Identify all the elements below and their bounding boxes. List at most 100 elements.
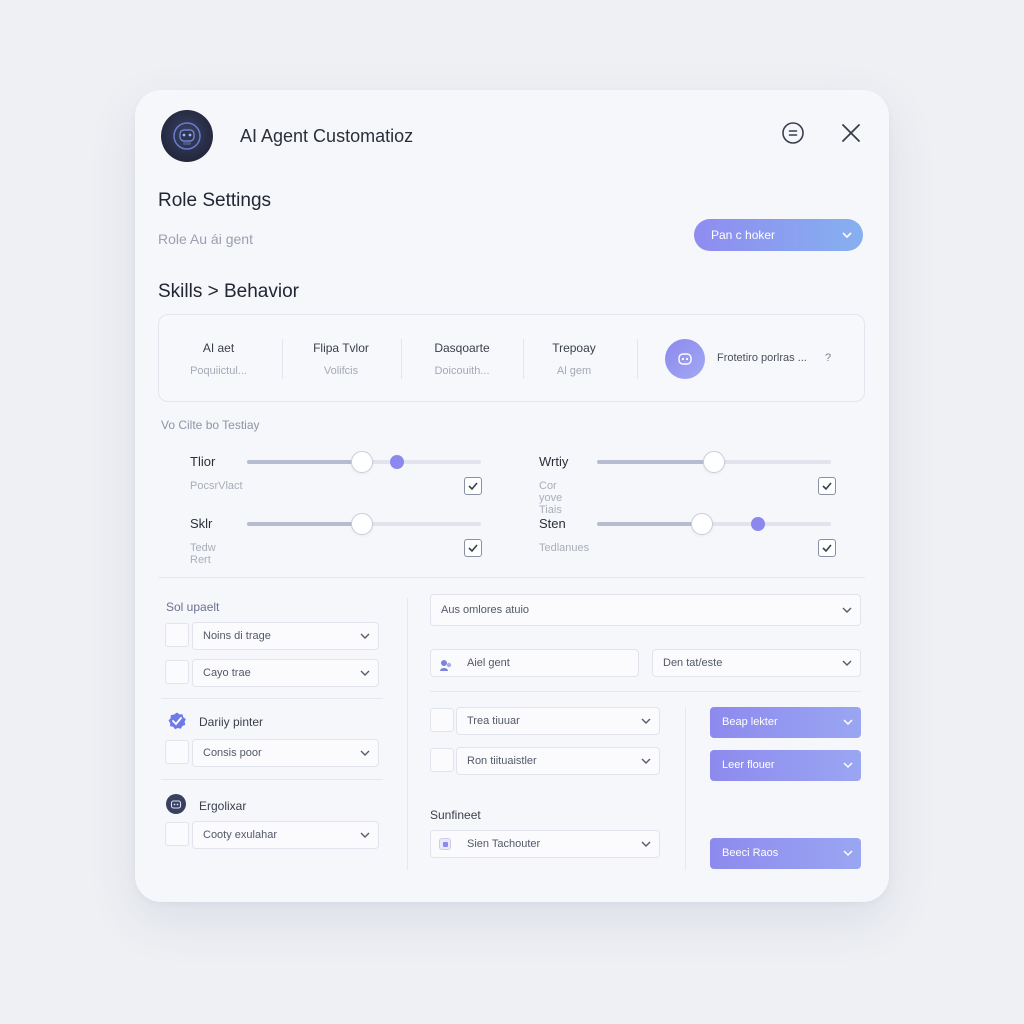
agent-badge[interactable]	[665, 339, 705, 379]
group3-checkbox[interactable]	[165, 822, 189, 846]
right-select-1[interactable]: Trea tiuuar	[456, 707, 660, 735]
slider-knob[interactable]	[350, 513, 373, 535]
sliders-section-label: Vo Cilte bo Testiay	[161, 418, 260, 432]
chevron-down-icon	[360, 740, 370, 776]
select-value: Cooty exulahar	[203, 829, 277, 841]
divider	[430, 691, 861, 692]
agent-select[interactable]: Den tat/este	[652, 649, 861, 677]
slider-sub: Tedlanues	[539, 542, 590, 554]
select-value: Noins di trage	[203, 630, 271, 642]
divider	[685, 707, 686, 870]
group3-icon-wrap	[166, 794, 186, 814]
purple-dropdown-3[interactable]: Beeci Raos	[710, 838, 861, 869]
more-circle-icon	[782, 122, 804, 144]
chevron-down-icon	[641, 748, 651, 784]
skill-sub: Doicouith...	[434, 365, 490, 377]
panel-divider	[407, 598, 408, 870]
select-value: Den tat/este	[663, 657, 723, 669]
group3-label: Ergolixar	[199, 799, 247, 813]
role-field[interactable]: Role Au ái gent	[158, 231, 253, 247]
skill-sub: Poquiictul...	[190, 365, 247, 377]
select-value: Ron tiituaistler	[467, 755, 537, 767]
slider-label: Sklr	[190, 516, 213, 531]
slider-label: Sten	[539, 516, 566, 531]
help-mark[interactable]: ?	[825, 352, 831, 364]
skill-sub: Al gem	[556, 365, 592, 377]
slider-checkbox[interactable]	[464, 539, 482, 557]
slider-secondary-handle[interactable]	[389, 455, 404, 469]
slider-label: Wrtiy	[539, 454, 569, 469]
agent-field[interactable]: Aiel gent	[430, 649, 639, 677]
chevron-down-icon	[842, 595, 852, 637]
slider-checkbox[interactable]	[464, 477, 482, 495]
select-value: Aus omlores atuio	[441, 604, 530, 616]
skill-item[interactable]: Trepoay Al gem	[539, 341, 609, 377]
skill-title: Dasqoarte	[434, 341, 490, 355]
purple-dropdown-1[interactable]: Beap lekter	[710, 707, 861, 738]
chevron-down-icon	[843, 707, 853, 751]
group1-select-2[interactable]: Cayo trae	[192, 659, 379, 687]
chevron-down-icon	[843, 838, 853, 882]
skill-item[interactable]: AI aet Poquiictul...	[181, 341, 256, 377]
group1-select-1[interactable]: Noins di trage	[192, 622, 379, 650]
button-label: Beeci Raos	[722, 847, 779, 859]
slider-secondary-handle[interactable]	[751, 517, 766, 531]
purple-dropdown-2[interactable]: Leer flouer	[710, 750, 861, 781]
slider-knob[interactable]	[703, 451, 725, 473]
check-icon	[468, 482, 478, 491]
slider-knob[interactable]	[350, 451, 373, 473]
select-value: Trea tiuuar	[467, 715, 520, 727]
slider-checkbox[interactable]	[818, 539, 836, 557]
group2-label: Dariiy pinter	[199, 715, 264, 729]
right-checkbox-2[interactable]	[430, 748, 454, 772]
square-icon	[439, 838, 451, 850]
agent-field-value: Aiel gent	[467, 657, 510, 669]
divider	[158, 577, 865, 578]
role-dropdown[interactable]: Pan c hoker	[694, 219, 863, 251]
skill-item[interactable]: Flipa Tvlor Volifcis	[299, 341, 383, 377]
divider	[282, 339, 283, 379]
skill-title: Trepoay	[552, 341, 596, 355]
dialog-title: AI Agent Customatioz	[240, 126, 414, 146]
select-value: Cayo trae	[203, 667, 251, 679]
button-label: Beap lekter	[722, 716, 778, 728]
check-icon	[468, 544, 478, 553]
group2-select[interactable]: Consis poor	[192, 739, 379, 767]
skill-sub: Volifcis	[323, 365, 359, 377]
slider-track[interactable]	[597, 522, 831, 526]
divider	[161, 698, 383, 699]
select-value: Consis poor	[203, 747, 262, 759]
role-settings-heading: Role Settings	[158, 190, 272, 211]
select-value: Sien Tachouter	[467, 838, 541, 850]
group3-select[interactable]: Cooty exulahar	[192, 821, 379, 849]
check-icon	[822, 482, 832, 491]
skill-title: Flipa Tvlor	[313, 341, 369, 355]
top-select[interactable]: Aus omlores atuio	[430, 594, 861, 626]
divider	[401, 339, 402, 379]
group2-checkbox[interactable]	[167, 711, 187, 736]
slider-fill	[597, 522, 703, 526]
skill-item[interactable]: Dasqoarte Doicouith...	[421, 341, 503, 377]
divider	[523, 339, 524, 379]
close-button[interactable]	[837, 119, 865, 147]
extra-skill-label[interactable]: Frotetiro porlras ...	[717, 352, 807, 364]
customization-dialog: AI Agent Customatioz Role Settings Role …	[135, 90, 889, 902]
group2-checkbox-1[interactable]	[165, 740, 189, 764]
divider	[637, 339, 638, 379]
skills-panel: AI aet Poquiictul... Flipa Tvlor Volifci…	[158, 314, 865, 402]
slider-checkbox[interactable]	[818, 477, 836, 495]
right-select-2[interactable]: Ron tiituaistler	[456, 747, 660, 775]
chevron-down-icon	[641, 708, 651, 744]
right-checkbox-1[interactable]	[430, 708, 454, 732]
group1-checkbox-2[interactable]	[165, 660, 189, 684]
slider-sub: Cor yove Tiais	[539, 480, 563, 516]
close-icon	[842, 124, 860, 142]
slider-label: Tlior	[190, 454, 216, 469]
agent-avatar	[161, 110, 213, 162]
sub-label: Sunfineet	[430, 808, 481, 822]
group1-checkbox-1[interactable]	[165, 623, 189, 647]
menu-button[interactable]	[779, 119, 807, 147]
chevron-down-icon	[842, 650, 852, 686]
bottom-select[interactable]: Sien Tachouter	[430, 830, 660, 858]
slider-knob[interactable]	[691, 513, 714, 535]
